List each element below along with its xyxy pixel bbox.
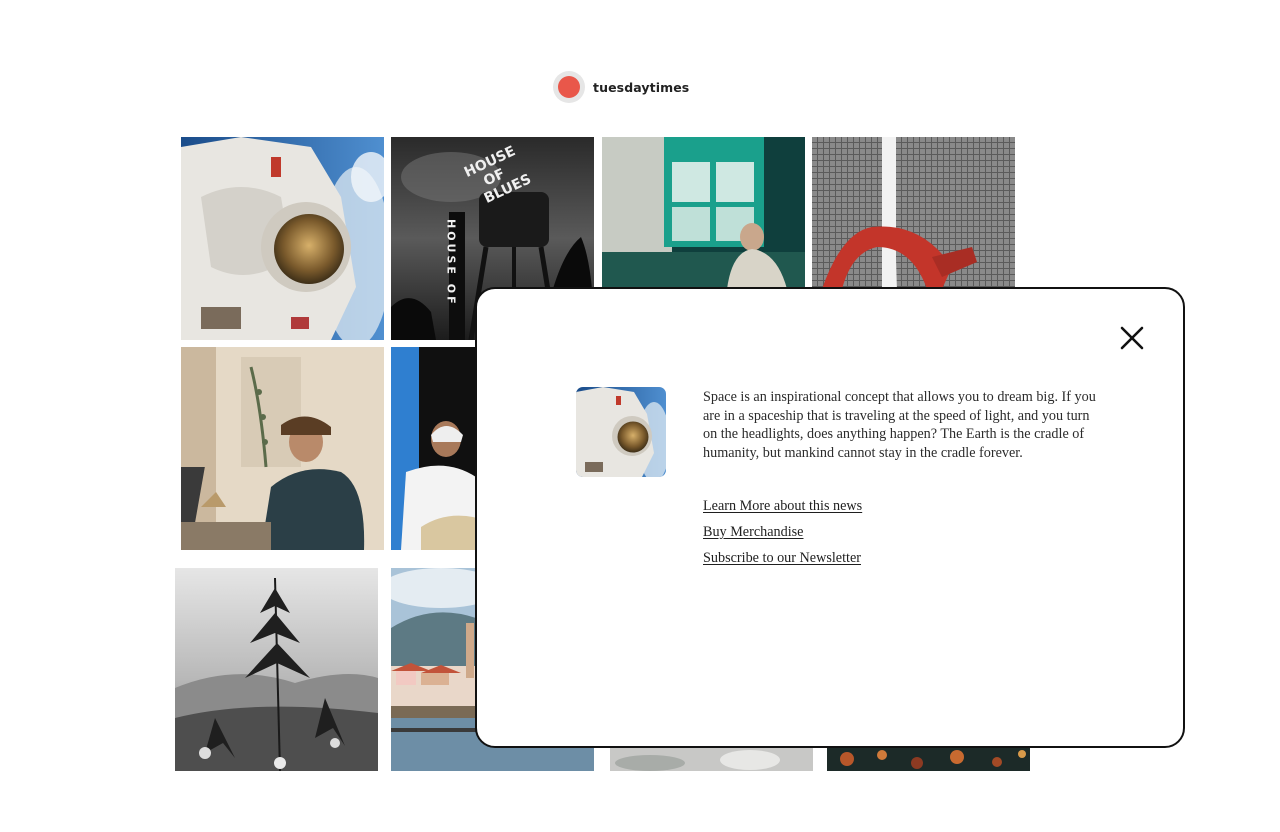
sign-text-vertical: HOUSE OF	[445, 219, 458, 307]
buy-merchandise-link[interactable]: Buy Merchandise	[703, 523, 862, 542]
subscribe-newsletter-link[interactable]: Subscribe to our Newsletter	[703, 549, 862, 568]
avatar[interactable]	[553, 71, 585, 103]
photo-tile-laptop-man[interactable]	[181, 347, 384, 550]
photo-tile-astronaut[interactable]	[181, 137, 384, 340]
news-thumbnail	[576, 387, 666, 477]
photo-tile-green-window[interactable]	[602, 137, 805, 289]
news-modal: Space is an inspirational concept that a…	[475, 287, 1185, 748]
photo-tile-skyscrapers[interactable]	[812, 137, 1015, 289]
photo-tile-foliage[interactable]	[827, 745, 1030, 771]
learn-more-link[interactable]: Learn More about this news	[703, 497, 862, 516]
photo-tile-blurred[interactable]	[610, 745, 813, 771]
profile-header: tuesdaytimes	[553, 70, 689, 104]
modal-links: Learn More about this news Buy Merchandi…	[703, 497, 862, 568]
news-description: Space is an inspirational concept that a…	[703, 389, 1096, 462]
photo-tile-plant[interactable]	[175, 568, 378, 771]
avatar-dot	[558, 76, 580, 98]
close-icon[interactable]	[1119, 325, 1145, 351]
username[interactable]: tuesdaytimes	[593, 80, 689, 95]
